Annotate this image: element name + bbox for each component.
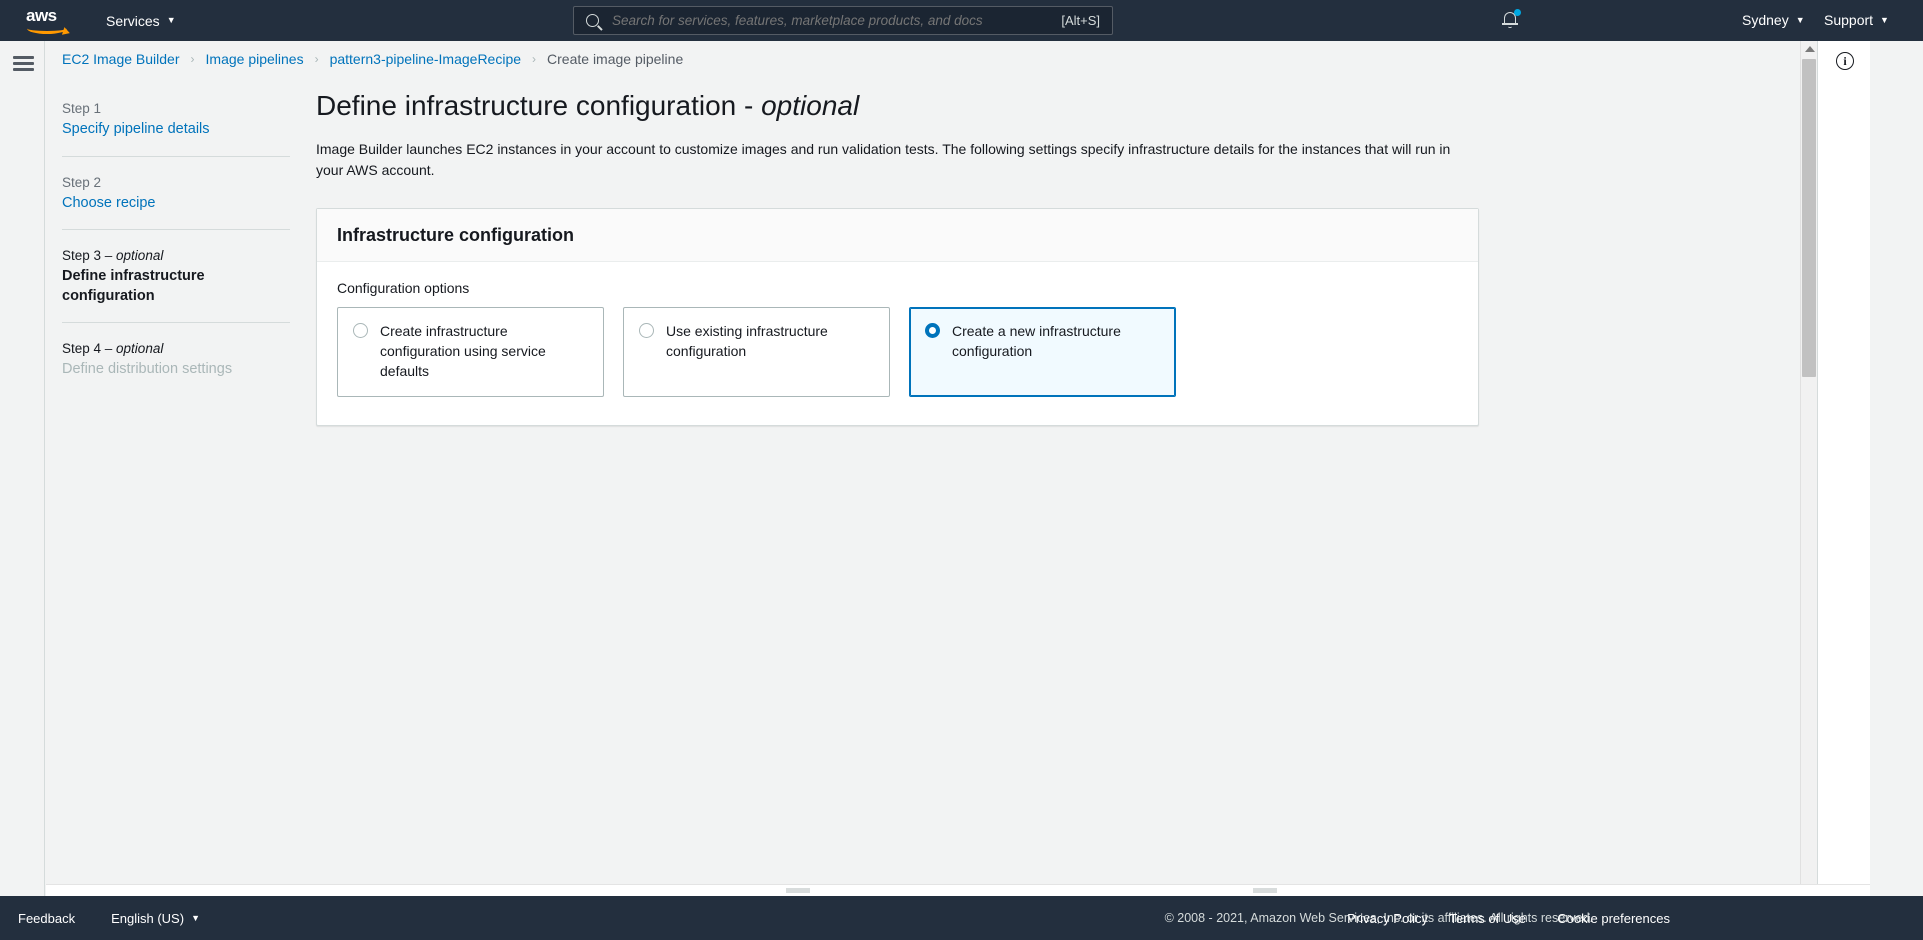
chevron-down-icon: ▼ xyxy=(191,912,200,923)
card-heading: Infrastructure configuration xyxy=(337,224,575,245)
page-title: Define infrastructure configuration - op… xyxy=(316,89,1516,123)
configuration-options-label: Configuration options xyxy=(337,279,470,296)
search-icon xyxy=(586,14,599,27)
left-rail xyxy=(0,41,45,896)
search-input[interactable] xyxy=(610,12,1062,29)
radio-use-existing[interactable] xyxy=(639,322,654,338)
breadcrumb-separator-icon: › xyxy=(532,52,537,66)
aws-logo[interactable]: aws xyxy=(25,6,73,36)
card-body: Configuration options Create infrastruct… xyxy=(317,262,1478,425)
footer-bar: Feedback English (US) ▼ © 2008 - 2021, A… xyxy=(0,896,1923,940)
wizard-step-4: Step 4 – optional Define distribution se… xyxy=(62,322,290,396)
radio-create-new[interactable] xyxy=(925,322,940,338)
option-label-create-new: Create a new infrastructure configuratio… xyxy=(952,322,1121,359)
step-number-text: Step 1 xyxy=(62,101,102,116)
horizontal-scrollbar[interactable] xyxy=(46,884,1870,896)
bell-clapper xyxy=(1508,25,1512,28)
support-label: Support xyxy=(1824,12,1874,28)
wizard-step-4-label: Define distribution settings xyxy=(62,361,233,378)
wizard-step-3-number: Step 3 – optional xyxy=(62,248,290,263)
scrollbar-tick xyxy=(1253,888,1277,893)
wizard-steps-sidebar: Step 1 Specify pipeline details Step 2 C… xyxy=(62,95,290,396)
hamburger-menu-icon[interactable] xyxy=(13,56,34,71)
wizard-step-4-number: Step 4 – optional xyxy=(62,341,290,356)
option-label-service-defaults: Create infrastructure configuration usin… xyxy=(380,322,546,379)
search-shortcut-hint: [Alt+S] xyxy=(1061,13,1100,28)
infrastructure-configuration-card: Infrastructure configuration Configurati… xyxy=(316,207,1479,426)
option-tile-service-defaults[interactable]: Create infrastructure configuration usin… xyxy=(337,306,604,397)
main-column: Define infrastructure configuration - op… xyxy=(316,89,1516,426)
breadcrumb-item-image-pipelines[interactable]: Image pipelines xyxy=(206,51,304,67)
configuration-options-radio-group: Create infrastructure configuration usin… xyxy=(337,306,1458,397)
page-title-optional: optional xyxy=(761,90,860,121)
chevron-down-icon: ▼ xyxy=(166,15,176,25)
wizard-step-2-label[interactable]: Choose recipe xyxy=(62,194,290,214)
language-selector[interactable]: English (US) ▼ xyxy=(111,911,200,926)
breadcrumb-separator-icon: › xyxy=(190,52,195,66)
info-panel-rail: i xyxy=(1817,41,1870,896)
region-selector[interactable]: Sydney ▼ xyxy=(1742,12,1805,28)
aws-logo-smile-icon xyxy=(27,23,67,34)
vertical-scrollbar-thumb[interactable] xyxy=(1802,59,1816,377)
wizard-step-1-number: Step 1 xyxy=(62,101,290,116)
scrollbar-tick xyxy=(786,888,810,893)
breadcrumb: EC2 Image Builder › Image pipelines › pa… xyxy=(62,51,683,67)
services-menu-label: Services xyxy=(106,12,160,29)
language-label: English (US) xyxy=(111,910,185,926)
wizard-step-2: Step 2 Choose recipe xyxy=(62,155,290,230)
top-navigation-bar: aws Services ▼ [Alt+S] Sydney ▼ Support … xyxy=(0,0,1923,41)
region-label: Sydney xyxy=(1742,12,1789,28)
step-number-text: Step 4 xyxy=(62,341,102,357)
option-label-use-existing: Use existing infrastructure configuratio… xyxy=(666,322,828,359)
chevron-down-icon: ▼ xyxy=(1880,14,1889,25)
wizard-step-2-number: Step 2 xyxy=(62,175,290,190)
option-tile-create-new[interactable]: Create a new infrastructure configuratio… xyxy=(909,306,1176,397)
aws-logo-text: aws xyxy=(26,5,57,25)
breadcrumb-item-ec2-image-builder[interactable]: EC2 Image Builder xyxy=(62,51,180,67)
page-description: Image Builder launches EC2 instances in … xyxy=(316,140,1451,179)
page-title-text: Define infrastructure configuration - xyxy=(316,90,762,121)
notification-badge-dot xyxy=(1514,9,1521,16)
wizard-step-1: Step 1 Specify pipeline details xyxy=(62,95,290,156)
global-search-box[interactable]: [Alt+S] xyxy=(573,6,1113,35)
step-optional-text: – optional xyxy=(101,341,164,357)
wizard-step-3: Step 3 – optional Define infrastructure … xyxy=(62,229,290,322)
step-number-text: Step 2 xyxy=(62,174,102,190)
privacy-policy-link[interactable]: Privacy Policy xyxy=(1347,911,1428,926)
radio-service-defaults[interactable] xyxy=(353,322,368,338)
step-number-text: Step 3 xyxy=(62,248,102,264)
vertical-scrollbar[interactable] xyxy=(1800,41,1817,896)
cookie-preferences-link[interactable]: Cookie preferences xyxy=(1557,911,1670,926)
terms-of-use-link[interactable]: Terms of Use xyxy=(1449,911,1526,926)
app-shell: EC2 Image Builder › Image pipelines › pa… xyxy=(0,41,1923,905)
wizard-step-1-label[interactable]: Specify pipeline details xyxy=(62,120,290,140)
step-optional-text: – optional xyxy=(101,248,164,264)
chevron-down-icon: ▼ xyxy=(1795,14,1805,25)
breadcrumb-item-pipeline-recipe[interactable]: pattern3-pipeline-ImageRecipe xyxy=(330,51,521,67)
feedback-link[interactable]: Feedback xyxy=(18,911,75,926)
services-menu-button[interactable]: Services ▼ xyxy=(106,13,176,29)
info-icon[interactable]: i xyxy=(1836,52,1854,70)
breadcrumb-item-current: Create image pipeline xyxy=(547,51,684,67)
card-header: Infrastructure configuration xyxy=(317,208,1478,262)
support-menu[interactable]: Support ▼ xyxy=(1824,12,1889,28)
content-area: EC2 Image Builder › Image pipelines › pa… xyxy=(46,41,1870,905)
breadcrumb-separator-icon: › xyxy=(314,52,319,66)
option-tile-use-existing[interactable]: Use existing infrastructure configuratio… xyxy=(623,306,890,397)
scroll-up-arrow-icon[interactable] xyxy=(1804,46,1815,52)
notifications-bell-icon[interactable] xyxy=(1502,9,1521,30)
wizard-step-3-label: Define infrastructure configuration xyxy=(62,268,205,304)
